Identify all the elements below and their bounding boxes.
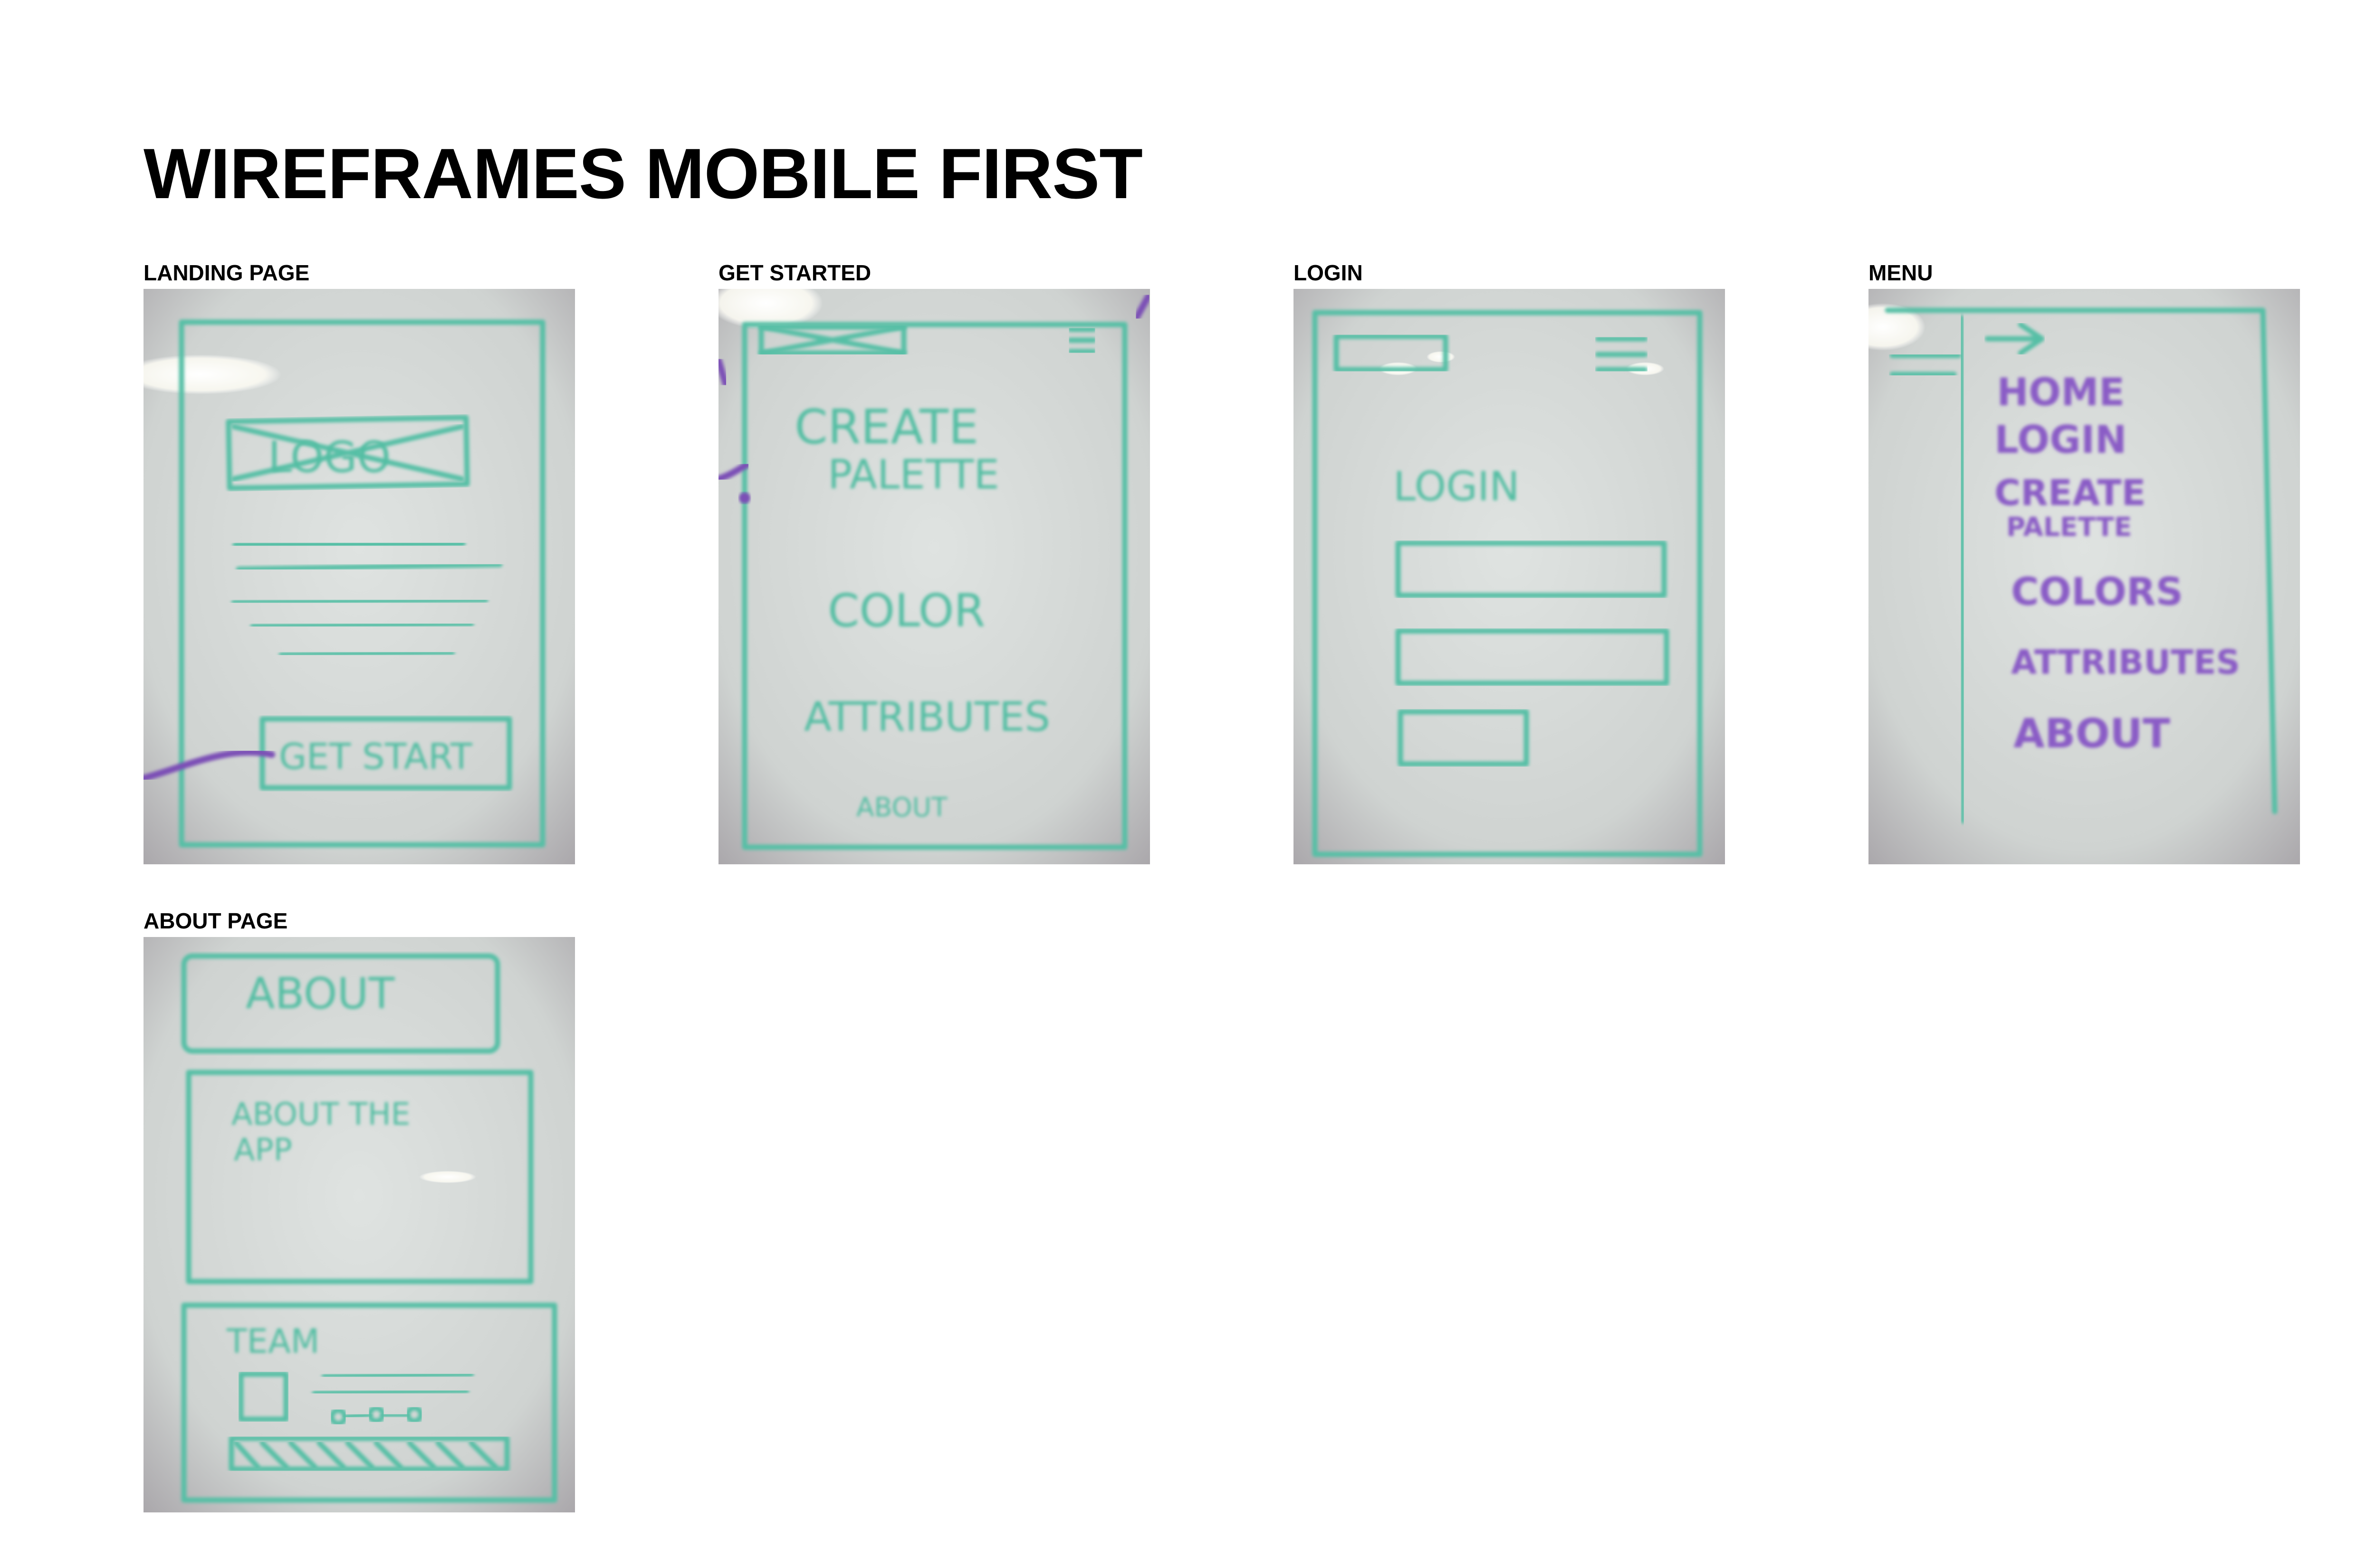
frame-label-about-page: ABOUT PAGE xyxy=(144,908,288,933)
wireframe-photo-landing-page: LOGO GET START xyxy=(144,289,575,864)
sketch-text-logo: LOGO xyxy=(268,432,391,482)
sketch-text-login: LOGIN xyxy=(1393,463,1520,510)
sketch-text-attributes: ATTRIBUTES xyxy=(804,694,1050,741)
sketch-text-menu-login: LOGIN xyxy=(1994,418,2127,462)
sketch-text-get-start: GET START xyxy=(279,736,473,777)
sketch-text-menu-create: CREATE xyxy=(1994,472,2146,514)
sketch-text-menu-attributes: ATTRIBUTES xyxy=(2011,643,2240,682)
sketch-text-app: APP xyxy=(234,1132,292,1168)
sketch-text-menu-about: ABOUT xyxy=(2013,710,2170,757)
sketch-text-team: TEAM xyxy=(226,1322,319,1361)
sketch-text-about-header: ABOUT xyxy=(246,969,395,1019)
frame-label-menu: MENU xyxy=(1868,260,1933,285)
frame-label-landing-page: LANDING PAGE xyxy=(144,260,310,285)
wireframe-photo-menu: HOME LOGIN CREATE PALETTE COLORS ATTRIBU… xyxy=(1868,289,2300,864)
sketch-text-menu-home: HOME xyxy=(1997,370,2125,414)
sketch-text-palette: PALETTE xyxy=(828,451,999,498)
sketch-text-about-the: ABOUT THE xyxy=(231,1097,411,1132)
frame-label-get-started: GET STARTED xyxy=(719,260,872,285)
sketch-text-color: COLOR xyxy=(828,585,985,637)
sketch-text-create: CREATE xyxy=(795,399,978,455)
wireframe-photo-get-started: CREATE PALETTE COLOR ATTRIBUTES ABOUT xyxy=(719,289,1150,864)
wireframe-photo-login: LOGIN xyxy=(1293,289,1725,864)
frame-label-login: LOGIN xyxy=(1293,260,1363,285)
sketch-text-about: ABOUT xyxy=(856,792,948,822)
sketch-text-menu-palette: PALETTE xyxy=(2006,512,2132,542)
wireframe-photo-about-page: ABOUT ABOUT THE APP TEAM xyxy=(144,937,575,1512)
page-title: WIREFRAMES MOBILE FIRST xyxy=(144,134,1143,213)
sketch-text-menu-colors: COLORS xyxy=(2011,570,2183,614)
